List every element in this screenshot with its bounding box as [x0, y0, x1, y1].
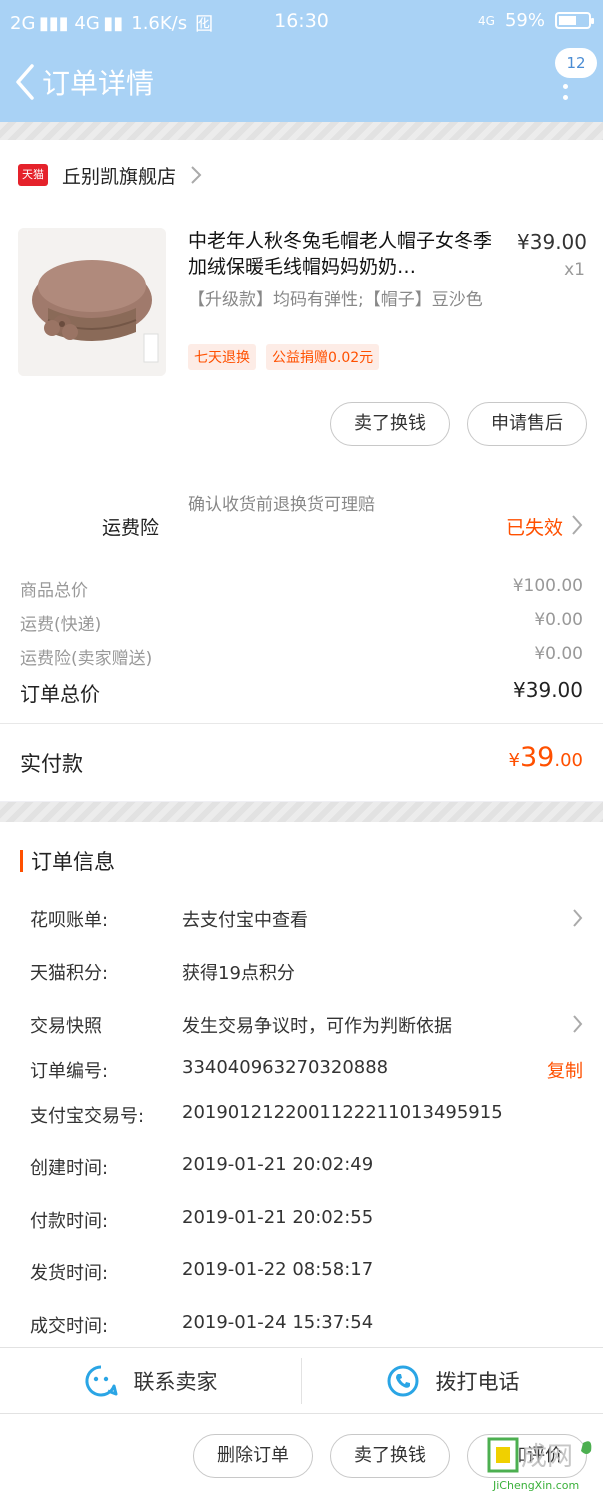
shop-row[interactable]: 天猫 丘别凯旗舰店: [18, 160, 202, 190]
contact-seller-label: 联系卖家: [133, 1370, 218, 1394]
trade-snapshot-row[interactable]: 交易快照 发生交易争议时，可作为判断依据: [30, 1012, 585, 1042]
fee-row-goods: 商品总价 ¥100.00: [20, 576, 583, 601]
back-arrow-icon[interactable]: [12, 62, 38, 102]
fee-value: ¥0.00: [534, 610, 583, 630]
info-label: 订单编号:: [30, 1061, 109, 1082]
sell-for-cash-button[interactable]: 卖了换钱: [330, 402, 450, 446]
product-image[interactable]: [18, 228, 166, 376]
svg-text:成网: 成网: [521, 1442, 573, 1472]
chevron-right-icon: [573, 1015, 583, 1033]
info-value: 获得19点积分: [182, 963, 295, 984]
info-value: 发生交易争议时，可作为判断依据: [182, 1016, 452, 1037]
chevron-right-icon: [191, 166, 202, 184]
call-phone-button[interactable]: 拨打电话: [302, 1348, 603, 1414]
order-total-row: 订单总价 ¥39.00: [20, 678, 583, 707]
info-label: 付款时间:: [30, 1211, 109, 1232]
fee-value: ¥0.00: [534, 644, 583, 664]
section-accent-bar: [20, 850, 23, 872]
info-value: 去支付宝中查看: [182, 910, 308, 931]
chevron-right-icon: [573, 909, 583, 927]
shop-name: 丘别凯旗舰店: [62, 165, 177, 188]
pay-time-row: 付款时间: 2019-01-21 20:02:55: [30, 1207, 585, 1237]
paid-amount: ¥39.00: [509, 742, 583, 773]
fee-label: 运费险(卖家赠送): [20, 649, 153, 669]
info-label: 天猫积分:: [30, 963, 109, 984]
nav-bar: 订单详情 12: [0, 42, 603, 122]
contact-bar: 联系卖家 拨打电话: [0, 1347, 603, 1414]
paid-label: 实付款: [20, 752, 83, 776]
fee-label: 商品总价: [20, 581, 88, 601]
info-label: 发货时间:: [30, 1263, 109, 1284]
order-info-title: 订单信息: [31, 850, 115, 874]
tmall-points-row: 天猫积分: 获得19点积分: [30, 959, 585, 989]
info-label: 支付宝交易号:: [30, 1106, 145, 1127]
phone-icon: [387, 1365, 418, 1397]
info-label: 成交时间:: [30, 1316, 109, 1337]
page-title: 订单详情: [42, 67, 155, 100]
product-spec: 【升级款】均码有弹性;【帽子】豆沙色: [188, 290, 483, 310]
section-title: 订单信息: [20, 846, 115, 876]
currency-symbol: ¥: [508, 750, 520, 771]
more-menu-icon[interactable]: [563, 84, 569, 100]
alipay-trade-number-row: 支付宝交易号: 2019012122001122211013495915: [30, 1102, 585, 1132]
return-tag: 七天退换: [188, 344, 256, 370]
info-label: 花呗账单:: [30, 910, 109, 931]
chevron-right-icon: [572, 515, 583, 535]
info-value: 334040963270320888: [182, 1057, 389, 1078]
order-info-section: 订单信息 花呗账单: 去支付宝中查看 天猫积分: 获得19点积分 交易快照 发生…: [0, 822, 603, 1347]
watermark: 成网 JiChengXin.com: [487, 1433, 597, 1497]
paid-decimal: .00: [554, 750, 583, 771]
hat-image: [18, 228, 166, 376]
create-time-row: 创建时间: 2019-01-21 20:02:49: [30, 1154, 585, 1184]
fee-row-insurance: 运费险(卖家赠送) ¥0.00: [20, 644, 583, 669]
call-phone-label: 拨打电话: [435, 1370, 520, 1394]
shipping-insurance-desc: 确认收货前退换货可理赔: [188, 495, 375, 515]
paid-row: 实付款 ¥39.00: [0, 723, 603, 801]
paid-integer: 39: [520, 742, 555, 773]
watermark-url: JiChengXin.com: [493, 1479, 580, 1492]
request-after-sale-button[interactable]: 申请售后: [467, 402, 587, 446]
status-bar: 2G ▮▮▮ 4G ▮▮ 1.6K/s 囮 16:30 4G 59%: [0, 0, 603, 42]
fee-value: ¥100.00: [512, 576, 583, 596]
battery-percent: 59%: [504, 10, 545, 31]
service-tags: 七天退换 公益捐赠0.02元: [188, 344, 380, 370]
product-price: ¥39.00: [517, 230, 587, 254]
deal-time-row: 成交时间: 2019-01-24 15:37:54: [30, 1312, 585, 1342]
info-value: 2019-01-24 15:37:54: [182, 1312, 374, 1333]
battery-icon: [555, 12, 594, 29]
order-total-label: 订单总价: [20, 682, 100, 706]
message-count-badge[interactable]: 12: [555, 48, 597, 78]
product-quantity: x1: [564, 260, 585, 280]
signal-4g-icon: 4G: [478, 13, 495, 28]
huabei-bill-row[interactable]: 花呗账单: 去支付宝中查看: [30, 906, 585, 936]
ship-time-row: 发货时间: 2019-01-22 08:58:17: [30, 1259, 585, 1289]
order-total-value: ¥39.00: [513, 678, 583, 702]
copy-button[interactable]: 复制: [547, 1057, 583, 1083]
sell-for-cash-button[interactable]: 卖了换钱: [330, 1434, 450, 1478]
shipping-insurance-status[interactable]: 已失效: [506, 513, 563, 540]
order-card: 天猫 丘别凯旗舰店 中老年人秋冬兔毛帽老人帽子女冬季加绒保暖毛线帽妈妈奶奶… ¥…: [0, 140, 603, 801]
order-number-row: 订单编号: 334040963270320888 复制: [30, 1057, 585, 1087]
shipping-insurance-label: 运费险: [102, 517, 160, 539]
contact-seller-button[interactable]: 联系卖家: [0, 1348, 301, 1414]
divider-stripe: [0, 122, 603, 140]
battery-level: [559, 16, 576, 25]
info-value: 2019-01-21 20:02:55: [182, 1207, 374, 1228]
info-value: 2019-01-21 20:02:49: [182, 1154, 374, 1175]
delete-order-button[interactable]: 删除订单: [193, 1434, 313, 1478]
info-value: 2019012122001122211013495915: [182, 1102, 503, 1123]
chat-face-icon: [84, 1365, 117, 1397]
watermark-logo: 成网: [487, 1437, 592, 1473]
product-title[interactable]: 中老年人秋冬兔毛帽老人帽子女冬季加绒保暖毛线帽妈妈奶奶…: [188, 228, 498, 280]
divider-stripe: [0, 802, 603, 822]
info-label: 创建时间:: [30, 1158, 109, 1179]
tmall-logo: 天猫: [18, 164, 48, 186]
fee-row-shipping: 运费(快递) ¥0.00: [20, 610, 583, 635]
charity-tag: 公益捐赠0.02元: [266, 344, 380, 370]
info-label: 交易快照: [30, 1016, 102, 1037]
fee-label: 运费(快递): [20, 615, 102, 635]
info-value: 2019-01-22 08:58:17: [182, 1259, 374, 1280]
